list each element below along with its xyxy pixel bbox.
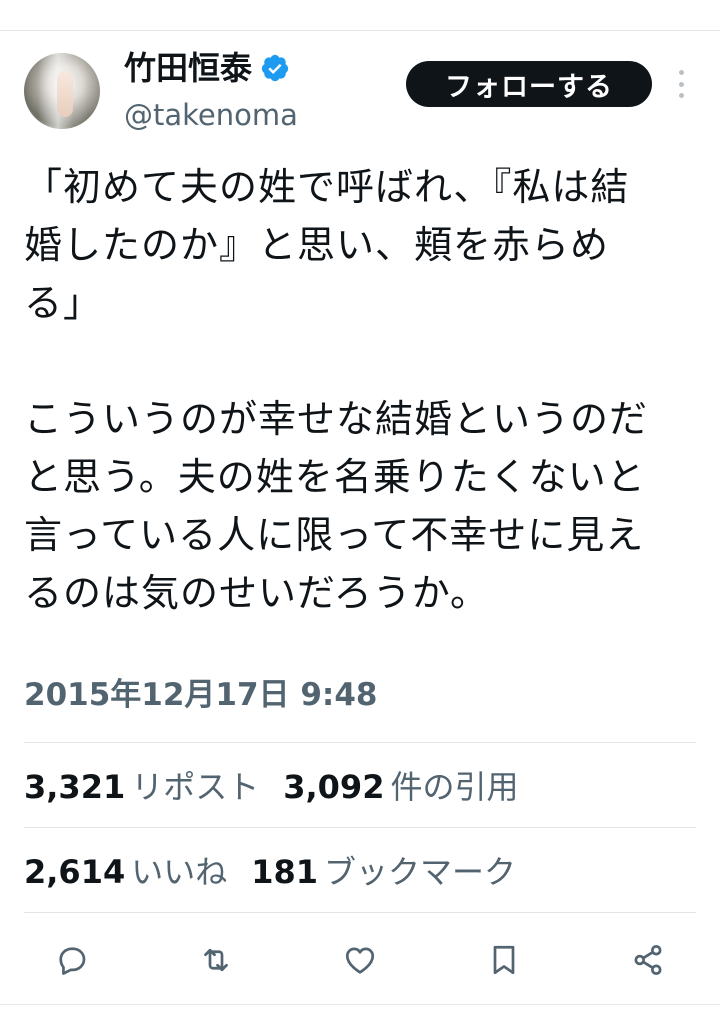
stats-row-likes: 2,614 いいね 181 ブックマーク <box>24 850 540 894</box>
tweet-line: 言っている人に限って不幸せに見え <box>24 513 645 557</box>
bookmarks-stat[interactable]: 181 ブックマーク <box>251 853 540 891</box>
tweet-line: と思う。夫の姓を名乗りたくないと <box>24 455 646 499</box>
reply-icon[interactable] <box>52 940 92 980</box>
quotes-count: 3,092 <box>283 768 385 806</box>
tweet-line: 「初めて夫の姓で呼ばれ、『私は結 <box>24 165 630 209</box>
divider <box>24 912 696 913</box>
reposts-stat[interactable]: 3,321 リポスト <box>24 768 283 806</box>
bookmark-icon[interactable] <box>484 940 524 980</box>
bookmarks-label: ブックマーク <box>324 853 517 891</box>
author-name-row[interactable]: 竹田恒泰 <box>124 48 290 88</box>
quotes-stat[interactable]: 3,092 件の引用 <box>283 768 542 806</box>
tweet-line: 婚したのか』と思い、頬を赤らめ <box>24 223 610 267</box>
bookmarks-count: 181 <box>251 853 319 891</box>
avatar[interactable] <box>24 53 100 129</box>
tweet-text: 「初めて夫の姓で呼ばれ、『私は結 婚したのか』と思い、頬を赤らめ る」 こういう… <box>24 158 704 622</box>
likes-count: 2,614 <box>24 853 126 891</box>
repost-icon[interactable] <box>196 940 236 980</box>
tweet-line: る」 <box>24 281 103 325</box>
like-icon[interactable] <box>340 940 380 980</box>
likes-label: いいね <box>131 853 228 891</box>
reposts-label: リポスト <box>131 768 260 806</box>
author-handle[interactable]: @takenoma <box>124 96 298 134</box>
stats-row-reposts: 3,321 リポスト 3,092 件の引用 <box>24 765 542 809</box>
divider <box>24 742 696 743</box>
author-display-name[interactable]: 竹田恒泰 <box>124 48 252 88</box>
divider <box>24 827 696 828</box>
avatar-figure <box>57 71 73 117</box>
tweet-line: るのは気のせいだろうか。 <box>24 571 489 615</box>
tweet-line: こういうのが幸せな結婚というのだ <box>24 397 649 441</box>
more-options-icon[interactable] <box>669 68 693 100</box>
share-icon[interactable] <box>628 940 668 980</box>
likes-stat[interactable]: 2,614 いいね <box>24 853 251 891</box>
verified-badge-icon <box>261 54 289 82</box>
tweet-timestamp[interactable]: 2015年12月17日 9:48 <box>24 673 377 717</box>
reposts-count: 3,321 <box>24 768 126 806</box>
quotes-label: 件の引用 <box>390 768 519 806</box>
action-bar <box>0 932 720 988</box>
follow-button[interactable]: フォローする <box>406 61 652 107</box>
bottom-divider <box>0 1004 720 1005</box>
top-divider <box>0 30 720 31</box>
